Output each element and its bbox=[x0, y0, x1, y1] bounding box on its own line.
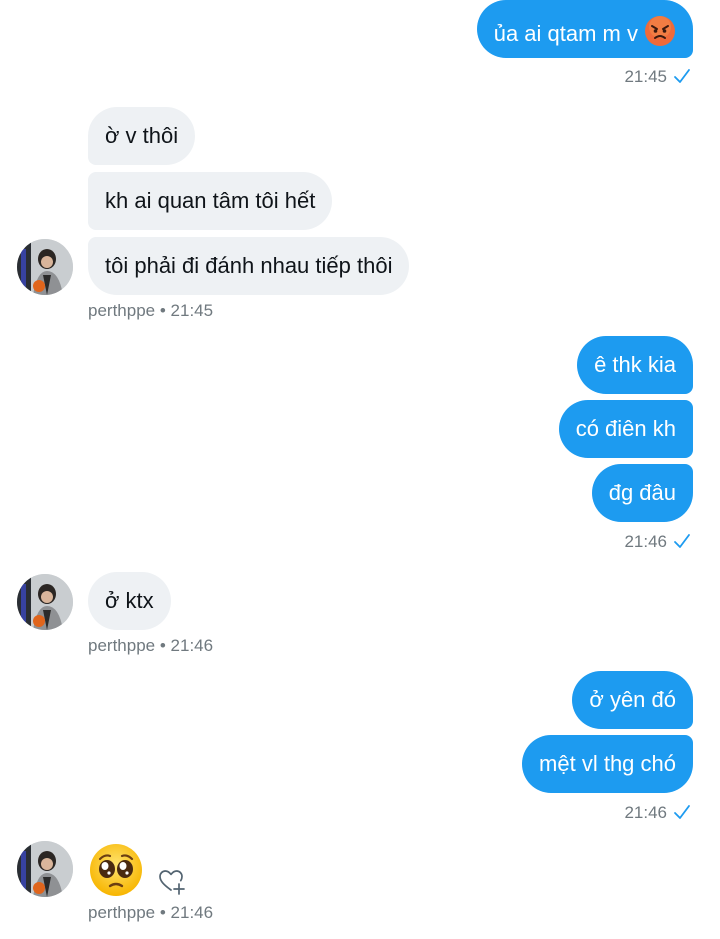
sender-name: perthppe bbox=[88, 903, 156, 922]
outgoing-message[interactable]: ủa ai qtam m v bbox=[476, 0, 693, 58]
message-status: 21:46 bbox=[624, 532, 691, 552]
message-text: ờ v thôi bbox=[105, 123, 179, 148]
timestamp: 21:45 bbox=[624, 67, 667, 86]
message-text: ủa ai qtam m v bbox=[493, 21, 638, 46]
message-status: 21:46 bbox=[624, 803, 691, 823]
avatar[interactable] bbox=[17, 574, 73, 630]
message-text: mệt vl thg chó bbox=[539, 751, 676, 776]
avatar[interactable] bbox=[17, 841, 73, 897]
check-icon bbox=[674, 805, 690, 819]
avatar[interactable] bbox=[17, 239, 73, 295]
timestamp: 21:46 bbox=[624, 803, 667, 822]
outgoing-message[interactable]: mệt vl thg chó bbox=[522, 735, 693, 793]
outgoing-message[interactable]: có điên kh bbox=[558, 400, 693, 458]
separator-dot: • bbox=[159, 903, 166, 922]
incoming-message[interactable]: ở ktx bbox=[88, 572, 171, 630]
incoming-message[interactable]: kh ai quan tâm tôi hết bbox=[88, 172, 333, 230]
message-text: ở ktx bbox=[105, 588, 154, 613]
check-icon bbox=[674, 534, 690, 548]
sender-name: perthppe bbox=[88, 636, 156, 655]
message-meta: perthppe • 21:46 bbox=[88, 903, 213, 923]
check-icon bbox=[674, 69, 690, 83]
message-text: đg đâu bbox=[608, 480, 676, 505]
message-text: có điên kh bbox=[575, 416, 676, 441]
incoming-message[interactable]: ờ v thôi bbox=[88, 107, 196, 165]
separator-dot: • bbox=[159, 636, 166, 655]
incoming-message[interactable]: tôi phải đi đánh nhau tiếp thôi bbox=[88, 237, 410, 295]
message-meta: perthppe • 21:46 bbox=[88, 636, 213, 656]
message-meta: perthppe • 21:45 bbox=[88, 301, 213, 321]
timestamp: 21:46 bbox=[170, 636, 214, 655]
separator-dot: • bbox=[159, 301, 166, 320]
angry-face-icon bbox=[644, 15, 676, 53]
message-text: kh ai quan tâm tôi hết bbox=[105, 188, 316, 213]
message-text: ở yên đó bbox=[589, 687, 676, 712]
message-text: ê thk kia bbox=[594, 352, 676, 377]
add-reaction-icon[interactable] bbox=[158, 868, 186, 896]
timestamp: 21:46 bbox=[170, 903, 214, 922]
outgoing-message[interactable]: ở yên đó bbox=[572, 671, 693, 729]
timestamp: 21:45 bbox=[170, 301, 214, 320]
pleading-face-icon[interactable] bbox=[88, 842, 144, 898]
outgoing-message[interactable]: đg đâu bbox=[591, 464, 693, 522]
outgoing-message[interactable]: ê thk kia bbox=[577, 336, 693, 394]
message-text: tôi phải đi đánh nhau tiếp thôi bbox=[105, 253, 393, 278]
sender-name: perthppe bbox=[88, 301, 156, 320]
timestamp: 21:46 bbox=[624, 532, 667, 551]
message-status: 21:45 bbox=[624, 67, 691, 87]
